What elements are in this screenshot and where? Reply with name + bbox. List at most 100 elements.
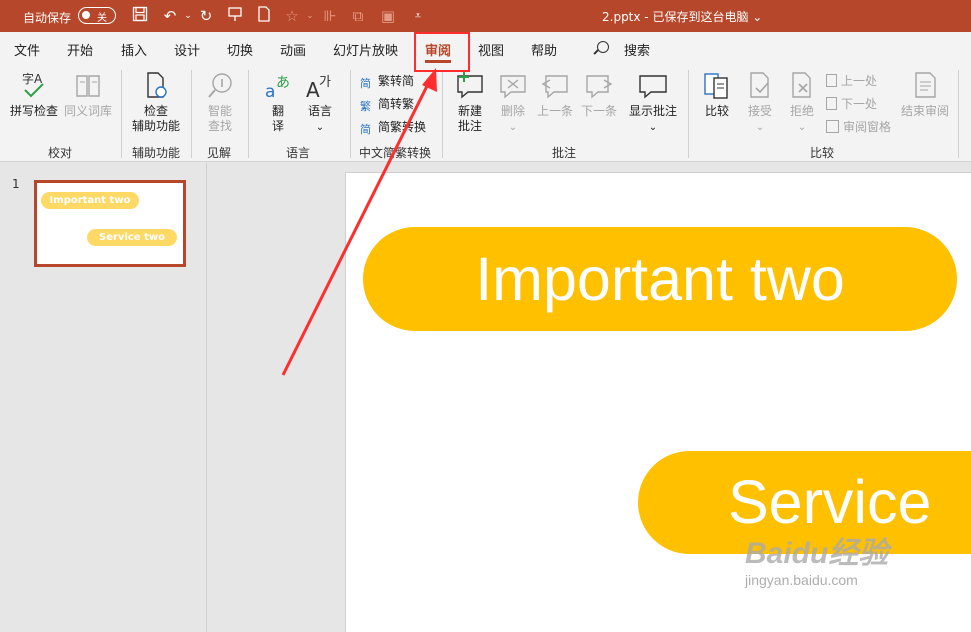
watermark: Baidu经验 jingyan.baidu.com bbox=[745, 528, 888, 588]
end-review-button[interactable]: 结束审阅 bbox=[900, 70, 950, 119]
undo-icon[interactable]: ↶ bbox=[160, 6, 180, 26]
search-label[interactable]: 搜索 bbox=[624, 40, 650, 59]
accept-dropdown-icon[interactable]: ⌄ bbox=[756, 122, 764, 133]
s2t-label: 简转繁 bbox=[378, 97, 415, 111]
previous-change-label: 上一处 bbox=[841, 74, 878, 88]
translate-button[interactable]: a あ 翻 译 bbox=[258, 70, 298, 134]
tab-slideshow[interactable]: 幻灯片放映 bbox=[333, 40, 398, 59]
tab-design[interactable]: 设计 bbox=[174, 40, 200, 59]
svg-text:a: a bbox=[265, 82, 275, 100]
new-comment-label-line1: 新建 bbox=[457, 104, 482, 118]
group-label-comments: 批注 bbox=[552, 146, 577, 160]
next-comment-button[interactable]: 下一条 bbox=[578, 70, 620, 119]
tab-transitions[interactable]: 切换 bbox=[227, 40, 253, 59]
accept-label: 接受 bbox=[747, 104, 772, 118]
present-icon[interactable] bbox=[225, 6, 245, 26]
language-icon: A 가 bbox=[306, 75, 331, 100]
new-file-icon[interactable] bbox=[254, 6, 274, 26]
reject-button[interactable]: 拒绝 ⌄ bbox=[784, 70, 820, 135]
language-button[interactable]: A 가 语言 ⌄ bbox=[300, 70, 340, 135]
accessibility-icon bbox=[147, 72, 167, 98]
reviewing-pane-button[interactable]: 审阅窗格 bbox=[826, 118, 891, 135]
autosave-state: 关 bbox=[97, 13, 107, 24]
previous-comment-button[interactable]: 上一条 bbox=[534, 70, 576, 119]
tab-view[interactable]: 视图 bbox=[478, 40, 504, 59]
s2t-icon: 繁 bbox=[360, 100, 371, 113]
thesaurus-label: 同义词库 bbox=[63, 104, 112, 118]
previous-label: 上一条 bbox=[536, 104, 573, 118]
reviewing-pane-icon bbox=[826, 120, 839, 133]
save-icon[interactable] bbox=[130, 6, 150, 26]
new-comment-icon bbox=[457, 72, 483, 99]
autosave-toggle[interactable]: 关 bbox=[78, 7, 116, 24]
thumbnail-pill-important: Important two bbox=[41, 192, 139, 209]
redo-icon[interactable]: ↻ bbox=[196, 6, 216, 26]
next-change-button[interactable]: 下一处 bbox=[826, 95, 877, 112]
tab-home[interactable]: 开始 bbox=[67, 40, 93, 59]
show-comments-dropdown-icon[interactable]: ⌄ bbox=[649, 122, 657, 133]
compare-button[interactable]: 比较 bbox=[696, 70, 738, 119]
slide-number: 1 bbox=[12, 177, 20, 191]
check-label-line1: 检查 bbox=[143, 104, 168, 118]
toggle-knob bbox=[82, 11, 90, 19]
book-icon bbox=[76, 75, 100, 97]
show-comments-button[interactable]: 显示批注 ⌄ bbox=[626, 70, 680, 135]
spell-check-button[interactable]: 字A 拼写检查 bbox=[8, 70, 60, 119]
new-comment-button[interactable]: 新建 批注 bbox=[448, 70, 492, 134]
delete-dropdown-icon[interactable]: ⌄ bbox=[509, 122, 517, 133]
reviewing-pane-label: 审阅窗格 bbox=[843, 120, 892, 134]
group-label-proofing: 校对 bbox=[48, 146, 73, 160]
review-ribbon: 字A 拼写检查 同义词库 校对 检查 辅助功能 辅助功能 智能 查找 见解 a … bbox=[0, 64, 971, 162]
language-dropdown-icon[interactable]: ⌄ bbox=[316, 122, 324, 133]
traditional-to-simplified-button[interactable]: 简繁转简 bbox=[360, 72, 415, 90]
star-dropdown-icon[interactable]: ⌄ bbox=[300, 6, 320, 26]
group-icon[interactable]: ⧉ bbox=[348, 6, 368, 26]
star-icon[interactable]: ☆ bbox=[282, 6, 302, 26]
arrange-icon[interactable]: ▣ bbox=[378, 6, 398, 26]
delete-comment-button[interactable]: 删除 ⌄ bbox=[494, 70, 532, 135]
convert-button[interactable]: 简简繁转换 bbox=[360, 118, 427, 136]
slide-thumbnail-panel: 1 Important two Service two bbox=[0, 163, 207, 632]
group-label-language: 语言 bbox=[286, 146, 311, 160]
tab-file[interactable]: 文件 bbox=[14, 40, 40, 59]
smart-label-line2: 查找 bbox=[207, 119, 232, 133]
undo-dropdown-icon[interactable]: ⌄ bbox=[178, 6, 198, 26]
show-comments-icon bbox=[639, 75, 667, 99]
tab-insert[interactable]: 插入 bbox=[121, 40, 147, 59]
reject-dropdown-icon[interactable]: ⌄ bbox=[798, 122, 806, 133]
align-icon[interactable]: ⊪ bbox=[320, 6, 340, 26]
check-label-line2: 辅助功能 bbox=[131, 119, 180, 133]
svg-text:あ: あ bbox=[276, 75, 290, 91]
autosave-label: 自动保存 bbox=[23, 11, 72, 25]
ribbon-tabs: 文件 开始 插入 设计 切换 动画 幻灯片放映 审阅 视图 帮助 搜索 bbox=[0, 32, 971, 64]
previous-change-button[interactable]: 上一处 bbox=[826, 72, 877, 89]
slide-thumbnail[interactable]: Important two Service two bbox=[34, 180, 186, 267]
convert-icon: 简 bbox=[360, 123, 371, 136]
reject-label: 拒绝 bbox=[789, 104, 814, 118]
tab-animations[interactable]: 动画 bbox=[280, 40, 306, 59]
previous-change-icon bbox=[826, 74, 837, 87]
convert-label: 简繁转换 bbox=[378, 120, 427, 134]
smart-lookup-icon bbox=[208, 73, 232, 98]
separator bbox=[121, 70, 122, 158]
check-accessibility-button[interactable]: 检查 辅助功能 bbox=[128, 70, 184, 134]
accept-button[interactable]: 接受 ⌄ bbox=[742, 70, 778, 135]
previous-comment-icon bbox=[541, 75, 568, 99]
next-label: 下一条 bbox=[580, 104, 617, 118]
pill-important-two[interactable]: Important two bbox=[363, 227, 957, 331]
svg-text:字A: 字A bbox=[22, 71, 43, 86]
thesaurus-button[interactable]: 同义词库 bbox=[62, 70, 114, 119]
show-comments-label: 显示批注 bbox=[628, 104, 677, 118]
watermark-brand: Baidu经验 bbox=[745, 537, 889, 570]
search-icon[interactable] bbox=[597, 41, 609, 53]
document-title[interactable]: 2.pptx - 已保存到这台电脑 ⌄ bbox=[602, 8, 762, 25]
next-change-label: 下一处 bbox=[841, 97, 878, 111]
smart-lookup-button[interactable]: 智能 查找 bbox=[198, 70, 242, 134]
t2s-label: 繁转简 bbox=[378, 74, 415, 88]
delete-label: 删除 bbox=[500, 104, 525, 118]
tab-help[interactable]: 帮助 bbox=[531, 40, 557, 59]
simplified-to-traditional-button[interactable]: 繁简转繁 bbox=[360, 95, 415, 113]
smart-label-line1: 智能 bbox=[207, 104, 232, 118]
translate-icon: a あ bbox=[265, 75, 290, 100]
customize-toolbar-icon[interactable]: ⩡ bbox=[408, 6, 428, 26]
